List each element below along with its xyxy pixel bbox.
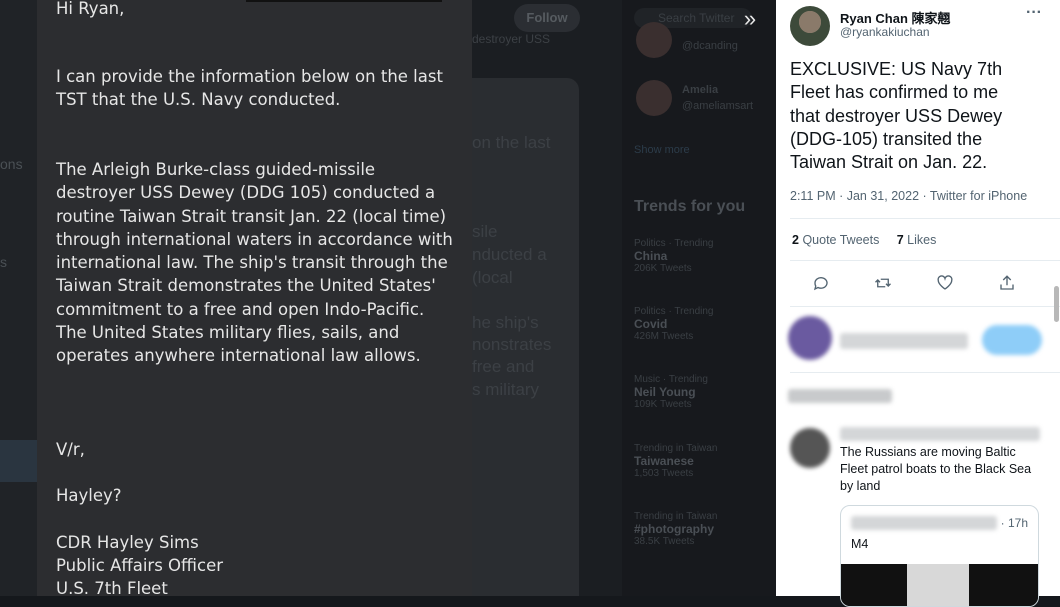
background-text: on the last	[472, 133, 551, 152]
background-selected-nav-item	[0, 440, 37, 482]
background-right-sidebar: Search Twitter @dcanding Amelia @ameliam…	[622, 0, 776, 596]
like-count: 7	[896, 233, 904, 247]
trend-name: Neil Young	[634, 385, 696, 399]
email-image: Hi Ryan, I can provide the information b…	[37, 0, 472, 598]
trend-count: 426M Tweets	[634, 331, 694, 342]
tweet-timestamp[interactable]: 2:11 PM · Jan 31, 2022 · Twitter for iPh…	[790, 189, 1027, 203]
trend-name: #photography	[634, 522, 714, 536]
divider	[790, 306, 1060, 307]
email-greeting: Hi Ryan,	[56, 0, 125, 18]
retweet-icon[interactable]	[868, 268, 898, 298]
image-highlight	[907, 564, 969, 606]
trend-count: 38.5K Tweets	[634, 536, 695, 547]
avatar[interactable]	[790, 6, 830, 46]
background-text: sile	[472, 222, 498, 241]
trend-name: Taiwanese	[634, 454, 694, 468]
avatar	[790, 428, 830, 468]
divider	[790, 218, 1060, 219]
like-icon[interactable]	[930, 268, 960, 298]
who-to-follow-name: Amelia	[682, 84, 719, 96]
quoted-tweet-image[interactable]	[841, 564, 1038, 606]
background-text: destroyer USS	[472, 32, 551, 46]
blurred-author	[840, 427, 1040, 441]
divider	[790, 372, 1060, 373]
quote-tweets-stat[interactable]: 2 Quote Tweets	[792, 233, 879, 247]
show-more-link[interactable]: Show more	[634, 144, 690, 156]
reply-tweet-text: The Russians are moving Baltic Fleet pat…	[840, 445, 1032, 493]
tweet-author-handle[interactable]: @ryankakiuchan	[840, 25, 930, 39]
reply-input[interactable]	[840, 333, 968, 349]
background-text: (local	[472, 268, 513, 287]
blurred-label	[788, 389, 892, 403]
share-icon[interactable]	[992, 268, 1022, 298]
background-text: he ship's	[472, 313, 539, 332]
tweet-panel: Ryan Chan 陳家翹 @ryankakiuchan ··· EXCLUSI…	[776, 0, 1060, 607]
background-nav-fragment: s	[0, 254, 7, 270]
trend-item[interactable]: Trending in Taiwan Taiwanese 1,503 Tweet…	[634, 443, 717, 479]
reply-button[interactable]	[982, 325, 1042, 355]
background-text: nonstrates	[472, 335, 552, 354]
trend-count: 206K Tweets	[634, 263, 692, 274]
tweet-text: EXCLUSIVE: US Navy 7th Fleet has confirm…	[790, 59, 1003, 173]
likes-stat[interactable]: 7 Likes	[897, 233, 937, 247]
email-signature-org: U.S. 7th Fleet	[56, 579, 168, 598]
email-signature-name: CDR Hayley Sims	[56, 533, 199, 552]
trend-meta: Politics · Trending	[634, 238, 714, 249]
trend-count: 109K Tweets	[634, 399, 692, 410]
scrollbar[interactable]	[1054, 286, 1059, 322]
quoted-tweet-time: · 17h	[1000, 516, 1028, 530]
email-intro: I can provide the information below on t…	[56, 67, 443, 110]
blurred-author	[851, 516, 997, 530]
avatar	[788, 316, 832, 360]
trend-item[interactable]: Politics · Trending Covid 426M Tweets	[634, 306, 713, 342]
background-timeline: destroyer USS on the last sile nducted a…	[472, 0, 622, 596]
who-to-follow-handle: @ameliamsart	[682, 100, 754, 112]
avatar	[636, 22, 672, 58]
email-signature-title: Public Affairs Officer	[56, 556, 223, 575]
tweet-stats: 2 Quote Tweets 7 Likes	[792, 233, 936, 247]
chevron-double-right-icon[interactable]: »	[737, 6, 763, 32]
email-name-question: Hayley?	[56, 486, 122, 505]
trends-title: Trends for you	[634, 198, 746, 215]
background-text: free and	[472, 357, 535, 376]
likes-label: Likes	[907, 233, 937, 247]
background-sidebar: ons s	[0, 0, 37, 596]
trend-item[interactable]: Music · Trending Neil Young 109K Tweets	[634, 374, 708, 410]
trend-item[interactable]: Trending in Taiwan #photography 38.5K Tw…	[634, 511, 717, 547]
divider	[790, 260, 1060, 261]
who-to-follow-handle: @dcanding	[682, 40, 738, 52]
email-body: The Arleigh Burke-class guided-missile d…	[56, 160, 453, 366]
trend-meta: Politics · Trending	[634, 306, 714, 317]
trend-meta: Music · Trending	[634, 374, 708, 385]
trend-count: 1,503 Tweets	[634, 468, 694, 479]
email-closing: V/r,	[56, 440, 85, 459]
trend-item[interactable]: Politics · Trending China 206K Tweets	[634, 238, 713, 274]
quote-count: 2	[792, 233, 799, 247]
background-text: nducted a	[472, 245, 547, 264]
more-options-icon[interactable]: ···	[1026, 4, 1042, 22]
avatar	[636, 80, 672, 116]
follow-button[interactable]: Follow	[514, 4, 580, 32]
quote-label: Quote Tweets	[802, 233, 880, 247]
quoted-tweet-text: M4	[851, 537, 869, 551]
quoted-tweet[interactable]: · 17h M4	[840, 505, 1039, 607]
background-text: s military	[472, 380, 540, 399]
trend-meta: Trending in Taiwan	[634, 511, 718, 522]
trend-name: China	[634, 249, 668, 263]
trend-name: Covid	[634, 317, 668, 331]
tweet-actions	[776, 268, 1060, 298]
reply-icon[interactable]	[806, 268, 836, 298]
background-nav-fragment: ons	[0, 156, 23, 172]
trend-meta: Trending in Taiwan	[634, 443, 718, 454]
